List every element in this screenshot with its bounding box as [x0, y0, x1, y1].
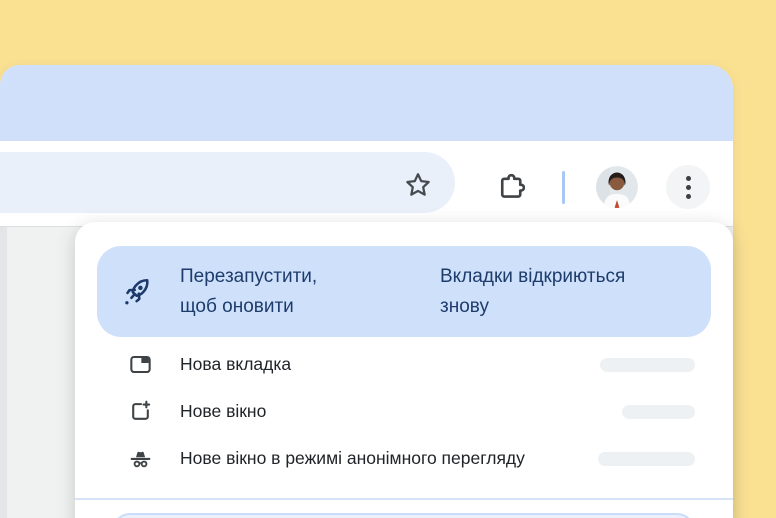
rocket-icon	[120, 274, 156, 310]
avatar-image	[596, 166, 638, 208]
browser-menu-button[interactable]	[666, 165, 710, 209]
shortcut-placeholder	[622, 405, 695, 419]
window-titlebar	[0, 65, 733, 141]
menu-divider	[75, 498, 733, 500]
three-dot-menu-icon	[686, 176, 691, 199]
new-window-icon	[128, 399, 153, 424]
menu-item-label: Нова вкладка	[180, 354, 291, 375]
address-bar[interactable]	[0, 152, 455, 213]
incognito-icon	[128, 446, 153, 471]
menu-item-label: Нове вікно	[180, 401, 266, 422]
menu-item-new-window[interactable]: Нове вікно	[75, 388, 733, 435]
menu-next-section-partial	[112, 513, 695, 518]
menu-item-label: Нове вікно в режимі анонімного перегляду	[180, 448, 525, 469]
browser-dropdown-menu: Перезапустити, щоб оновити Вкладки відкр…	[75, 222, 733, 518]
toolbar-separator	[562, 171, 565, 204]
extensions-puzzle-icon	[495, 172, 525, 202]
bookmark-button[interactable]	[402, 170, 434, 202]
menu-item-list: Нова вкладка Нове вікно	[75, 341, 733, 482]
bookmark-star-icon	[402, 170, 434, 202]
screen-background: Перезапустити, щоб оновити Вкладки відкр…	[0, 0, 776, 518]
browser-toolbar	[0, 141, 733, 226]
shortcut-placeholder	[598, 452, 695, 466]
menu-item-new-tab[interactable]: Нова вкладка	[75, 341, 733, 388]
profile-avatar[interactable]	[596, 166, 638, 208]
new-tab-icon	[128, 352, 153, 377]
restart-banner-subtitle: Вкладки відкриються знову	[440, 262, 690, 322]
shortcut-placeholder	[600, 358, 695, 372]
menu-item-new-incognito-window[interactable]: Нове вікно в режимі анонімного перегляду	[75, 435, 733, 482]
restart-banner-title: Перезапустити, щоб оновити	[180, 262, 410, 322]
extensions-button[interactable]	[495, 172, 525, 202]
menu-item-restart-to-update[interactable]: Перезапустити, щоб оновити Вкладки відкр…	[97, 246, 711, 337]
